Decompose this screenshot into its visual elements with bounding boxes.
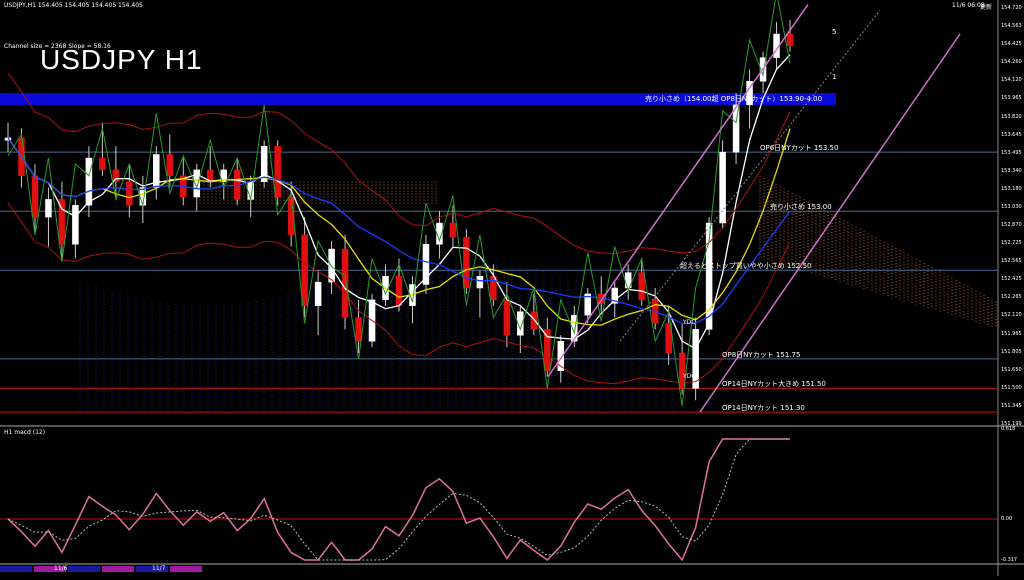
price-tick-label: 153.965	[1001, 95, 1022, 102]
symbol-line: USDJPY,H1 154.405 154.405 154.405 154.40…	[4, 2, 143, 9]
ydc-label: YDC	[683, 372, 696, 380]
macd-label: H1 macd (12)	[4, 429, 46, 436]
macd-tick-label: -0.317	[1001, 557, 1018, 563]
ydc-label: YDC	[683, 319, 696, 327]
price-tick-label: 154.425	[1001, 41, 1022, 48]
date-marker: 11/6	[54, 565, 68, 572]
date-marker: 11/7	[152, 565, 166, 572]
candle-body	[314, 281, 322, 306]
price-tick-label: 154.563	[1001, 23, 1022, 30]
price-tick-label: 153.340	[1001, 167, 1022, 174]
price-tick-label: 151.500	[1001, 384, 1022, 391]
candle-body	[544, 329, 551, 371]
level-label: OP8日NYカット 151.75	[722, 350, 801, 359]
chart-title: USDJPY H1	[40, 44, 203, 75]
level-label: 売り小さめ 153.00	[770, 203, 832, 212]
price-tick-label: 151.650	[1001, 366, 1022, 373]
session-bar	[170, 566, 202, 572]
price-tick-label: 154.720	[1001, 5, 1022, 11]
candle-body	[449, 222, 457, 238]
candle-body	[503, 299, 511, 336]
candle-body	[112, 169, 120, 182]
right-marker: 1	[832, 72, 837, 81]
candle-body	[166, 154, 174, 177]
candle-body	[719, 151, 726, 224]
level-label: 超えるとストップ買いやや小さめ 152.50	[680, 262, 812, 271]
candle-body	[355, 317, 362, 342]
candle-body	[476, 275, 484, 289]
candle-body	[463, 236, 470, 289]
candle-body	[99, 157, 106, 171]
price-tick-label: 154.120	[1001, 77, 1022, 84]
candle-body	[85, 157, 93, 206]
price-tick-label: 152.725	[1001, 240, 1022, 247]
level-label: OP14日NYカット大きめ 151.50	[722, 380, 826, 389]
candle-body	[274, 145, 281, 198]
candle-body	[301, 234, 308, 306]
candle-body	[395, 275, 403, 306]
candle-body	[31, 175, 39, 218]
price-tick-label: 152.425	[1001, 276, 1022, 283]
price-tick-label: 154.260	[1001, 59, 1022, 66]
price-tick-label: 151.805	[1001, 348, 1022, 355]
price-tick-label: 153.820	[1001, 113, 1022, 120]
candle-body	[341, 248, 349, 318]
candle-body	[45, 199, 52, 218]
session-bar	[0, 566, 32, 572]
right-marker: 5	[832, 27, 837, 36]
price-tick-label: 153.645	[1001, 131, 1022, 138]
price-tick-label: 152.110	[1001, 312, 1022, 319]
price-tick-label: 152.870	[1001, 222, 1022, 229]
level-label: OP14日NYカット 151.30	[722, 404, 805, 413]
macd-signal-line	[7, 438, 790, 561]
candle-body	[530, 311, 538, 330]
price-tick-label: 152.565	[1001, 258, 1022, 265]
macd-tick-label: 0.618	[1001, 426, 1016, 432]
candle-body	[72, 205, 79, 245]
price-tick-label: 152.265	[1001, 294, 1022, 301]
macd-tick-label: 0.00	[1001, 516, 1013, 522]
candle-body	[638, 272, 645, 301]
level-label: 売り小さめ（154.00超 OP8日NYカット）153.90-4.00	[645, 94, 823, 103]
main-chart-svg	[0, 0, 1024, 576]
price-tick-label: 153.495	[1001, 149, 1022, 156]
macd-line	[7, 438, 790, 562]
price-tick-label: 151.345	[1001, 402, 1022, 409]
session-bar	[102, 566, 134, 572]
chart-root: USDJPY,H1 154.405 154.405 154.405 154.40…	[0, 0, 1024, 576]
candle-body	[786, 33, 794, 47]
price-tick-label: 153.030	[1001, 203, 1022, 210]
level-label: OP6日NYカット 153.50	[760, 144, 839, 153]
server-time-suffix: 更新	[980, 4, 993, 11]
price-tick-label: 151.965	[1001, 330, 1022, 337]
session-bar	[68, 566, 100, 572]
channel-mid	[619, 10, 881, 342]
candle-body	[126, 181, 133, 206]
price-tick-label: 153.180	[1001, 185, 1022, 192]
